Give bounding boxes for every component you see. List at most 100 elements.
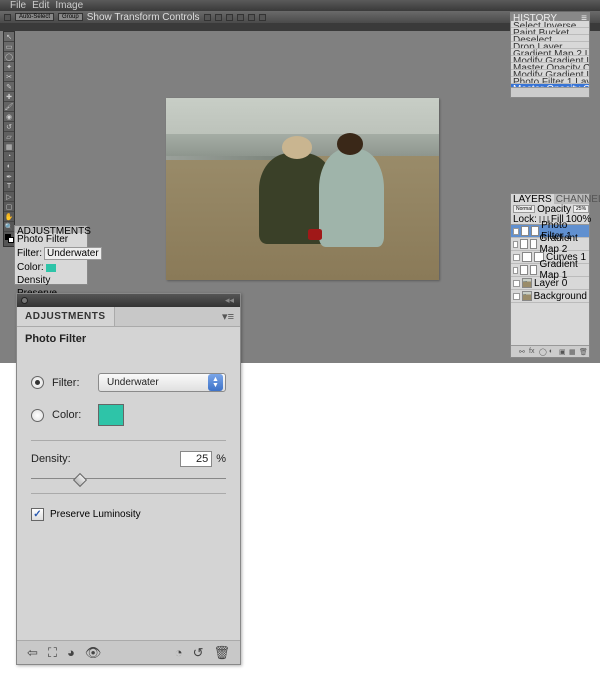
history-item[interactable]: Paint Bucket <box>511 28 589 35</box>
layer-row[interactable]: Background <box>511 290 589 303</box>
adjustment-icon[interactable]: ◐ <box>549 348 556 355</box>
shape-tool-icon[interactable]: ▢ <box>4 202 14 212</box>
brush-tool-icon[interactable]: 🖌 <box>4 102 14 112</box>
layer-row[interactable]: Gradient Map 1 <box>511 264 589 277</box>
history-item[interactable]: Drop Layer <box>511 42 589 49</box>
preserve-luminosity-checkbox[interactable]: ✓ <box>31 508 44 521</box>
history-item[interactable]: Photo Filter 1 Layer <box>511 77 589 84</box>
trash-icon[interactable]: 🗑 <box>213 645 230 661</box>
align-icon[interactable] <box>204 14 211 21</box>
type-tool-icon[interactable]: T <box>4 182 14 192</box>
previous-state-icon[interactable]: ◔ <box>175 645 183 660</box>
lasso-tool-icon[interactable]: ◯ <box>4 52 14 62</box>
layer-thumb <box>520 265 528 275</box>
visibility-icon[interactable] <box>513 254 520 261</box>
history-item[interactable]: Gradient Map 2 Layer <box>511 49 589 56</box>
tab-channels[interactable]: CHANNELS <box>554 194 600 204</box>
layer-thumb <box>522 291 532 301</box>
zoom-tool-icon[interactable]: 🔍 <box>4 222 14 232</box>
color-swatches[interactable] <box>4 232 14 246</box>
move-tool-icon[interactable]: ↖ <box>4 32 14 42</box>
history-item[interactable]: Modify Gradient Layer <box>511 56 589 63</box>
tab-layers[interactable]: LAYERS <box>511 194 554 204</box>
auto-select-dropdown[interactable]: Auto-Select <box>15 13 54 21</box>
blend-mode-dropdown[interactable]: Normal <box>513 205 535 213</box>
filter-dropdown[interactable]: Underwater ▲▼ <box>98 373 226 392</box>
expand-icon[interactable]: ⛶ <box>48 645 57 661</box>
photo-content <box>166 98 439 280</box>
menu-file[interactable]: File <box>10 0 26 11</box>
visibility-icon[interactable] <box>513 228 519 235</box>
mini-adj-title: ADJUSTMENTS <box>15 226 87 233</box>
history-item[interactable]: Select Inverse <box>511 21 589 28</box>
visibility-icon[interactable] <box>513 267 518 274</box>
clip-icon[interactable]: ◕ <box>67 645 75 660</box>
stamp-tool-icon[interactable]: ◉ <box>4 112 14 122</box>
panel-menu-icon[interactable]: ≡ <box>581 13 587 21</box>
fx-icon[interactable]: fx <box>529 348 536 355</box>
mini-density-label: Density <box>17 275 50 286</box>
history-brush-icon[interactable]: ↺ <box>4 122 14 132</box>
density-slider[interactable] <box>31 473 226 479</box>
density-input[interactable] <box>180 451 212 467</box>
back-arrow-icon[interactable]: ⇦ <box>27 645 38 661</box>
align-icon[interactable] <box>215 14 222 21</box>
history-item[interactable]: Deselect <box>511 35 589 42</box>
align-icon[interactable] <box>226 14 233 21</box>
group-dropdown[interactable]: Group <box>58 13 83 21</box>
document-canvas[interactable] <box>166 98 439 280</box>
collapse-icon[interactable]: ◂◂ <box>225 295 234 306</box>
eyedropper-tool-icon[interactable]: ✎ <box>4 82 14 92</box>
opacity-field[interactable]: 25% <box>573 205 589 213</box>
history-tab[interactable]: HISTORY <box>513 13 557 21</box>
close-dot-icon[interactable] <box>21 297 28 304</box>
gradient-tool-icon[interactable]: ▦ <box>4 142 14 152</box>
mini-color-swatch[interactable] <box>46 264 56 272</box>
mask-thumb <box>530 265 538 275</box>
visibility-icon[interactable] <box>513 280 520 287</box>
folder-icon[interactable]: ▣ <box>559 348 566 355</box>
adjustment-type-label: Photo Filter <box>17 327 240 351</box>
new-layer-icon[interactable]: ▦ <box>569 348 576 355</box>
path-tool-icon[interactable]: ▷ <box>4 192 14 202</box>
hand-tool-icon[interactable]: ✋ <box>4 212 14 222</box>
panel-titlebar[interactable]: ◂◂ <box>17 294 240 307</box>
adjustments-footer: ⇦ ⛶ ◕ 👁 ◔ ↺ 🗑 <box>17 640 240 664</box>
blur-tool-icon[interactable]: ◔ <box>4 152 14 162</box>
history-item[interactable]: Master Opacity Change <box>511 63 589 70</box>
menu-image[interactable]: Image <box>55 0 83 11</box>
link-icon[interactable]: ⚯ <box>519 348 526 355</box>
eraser-tool-icon[interactable]: ▱ <box>4 132 14 142</box>
trash-icon[interactable]: 🗑 <box>579 348 586 355</box>
preserve-luminosity-label: Preserve Luminosity <box>50 509 141 520</box>
layer-row[interactable]: Gradient Map 2 <box>511 238 589 251</box>
align-icon[interactable] <box>259 14 266 21</box>
pen-tool-icon[interactable]: ✒ <box>4 172 14 182</box>
visibility-icon[interactable] <box>513 241 518 248</box>
layers-footer: ⚯ fx ◯ ◐ ▣ ▦ 🗑 <box>511 345 589 357</box>
layer-thumb <box>520 239 528 249</box>
crop-tool-icon[interactable]: ✂ <box>4 72 14 82</box>
color-swatch[interactable] <box>98 404 124 426</box>
marquee-tool-icon[interactable]: ▭ <box>4 42 14 52</box>
tool-preset-icon[interactable] <box>4 14 11 21</box>
align-icon[interactable] <box>248 14 255 21</box>
transform-check[interactable]: Show Transform Controls <box>87 12 200 23</box>
panel-menu-icon[interactable]: ▾≡ <box>222 310 234 323</box>
filter-radio[interactable] <box>31 376 44 389</box>
visibility-icon[interactable] <box>513 293 520 300</box>
visibility-icon[interactable]: 👁 <box>85 645 102 661</box>
menu-edit[interactable]: Edit <box>32 0 49 11</box>
color-radio[interactable] <box>31 409 44 422</box>
wand-tool-icon[interactable]: ✦ <box>4 62 14 72</box>
mask-icon[interactable]: ◯ <box>539 348 546 355</box>
history-item[interactable]: Modify Gradient Layer <box>511 70 589 77</box>
heal-tool-icon[interactable]: ✚ <box>4 92 14 102</box>
align-icon[interactable] <box>237 14 244 21</box>
reset-icon[interactable]: ↺ <box>193 645 204 661</box>
layer-name: Background <box>534 291 587 302</box>
adjustments-tab[interactable]: ADJUSTMENTS <box>17 307 115 326</box>
dodge-tool-icon[interactable]: ◐ <box>4 162 14 172</box>
mini-filter-dropdown[interactable]: Underwater <box>44 247 102 260</box>
slider-thumb[interactable] <box>73 473 87 487</box>
